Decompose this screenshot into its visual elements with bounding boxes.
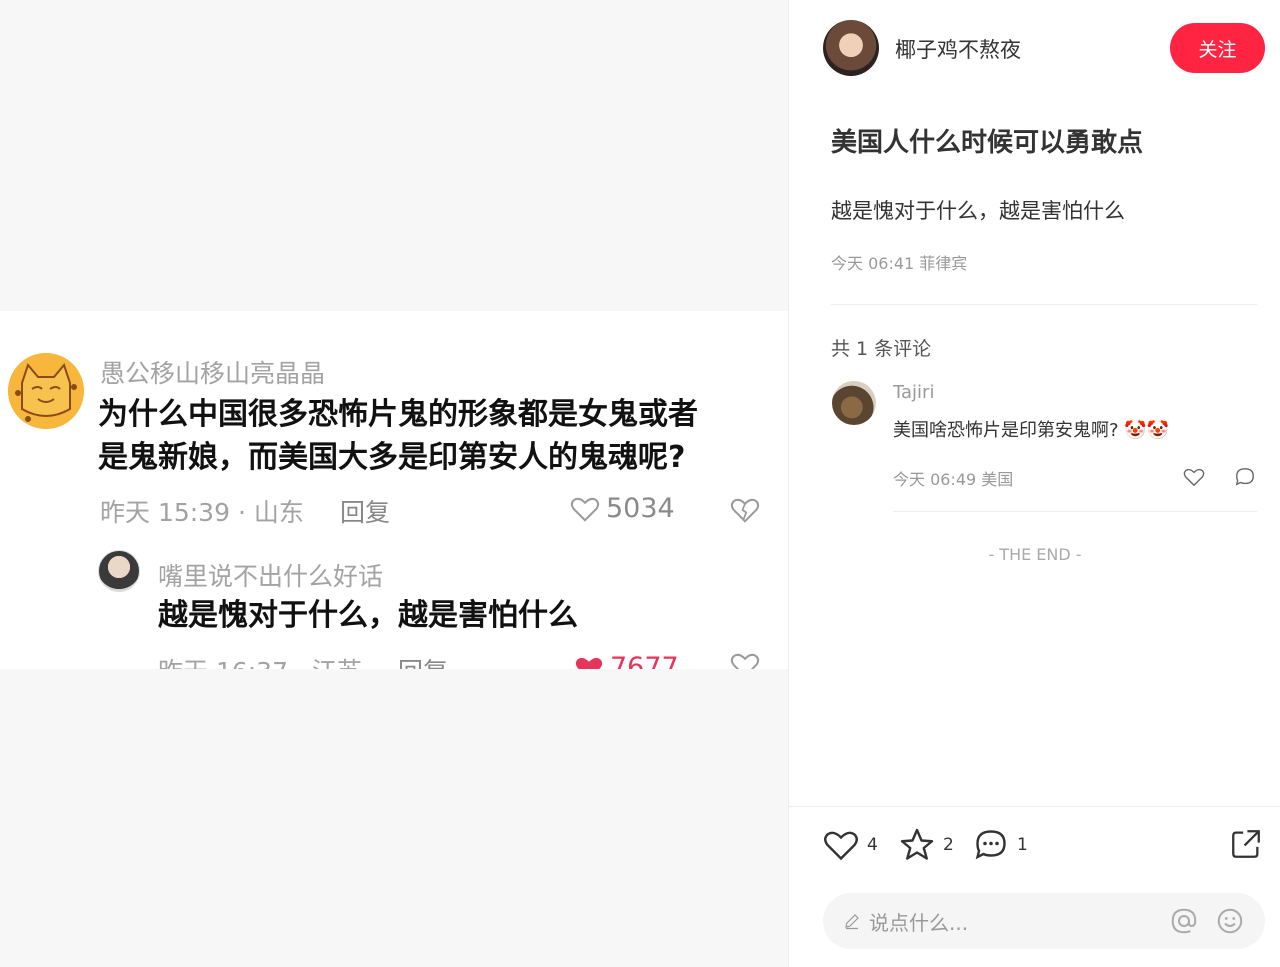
comment-count: 共 1 条评论	[831, 338, 932, 360]
comment-like-icon[interactable]	[1183, 466, 1205, 488]
comment2-like-count: 7677	[610, 652, 679, 669]
comment1-text-line1: 为什么中国很多恐怖片鬼的形象都是女鬼或者	[98, 397, 698, 432]
comment-action[interactable]: 1	[973, 827, 1028, 863]
broken-heart-icon	[730, 498, 760, 523]
author-avatar[interactable]	[823, 20, 879, 76]
collect-action[interactable]: 2	[899, 827, 954, 863]
comment2-username: 嘴里说不出什么好话	[158, 562, 384, 591]
post-meta: 今天 06:41 菲律宾	[831, 254, 968, 273]
collect-count: 2	[943, 835, 954, 855]
comment1-likes: 5034	[570, 493, 675, 524]
the-end-label: - THE END -	[988, 545, 1082, 564]
follow-button[interactable]: 关注	[1170, 23, 1265, 73]
comment-text: 美国啥恐怖片是印第安鬼啊? 🤡🤡	[893, 416, 1169, 442]
comment1-like-count: 5034	[606, 493, 675, 524]
heart-outline-icon	[570, 497, 600, 522]
comment2-meta: 昨天 16:37 · 江苏	[158, 652, 362, 669]
pencil-icon	[845, 914, 859, 930]
comment-divider	[893, 511, 1257, 512]
comment-meta: 今天 06:49 美国	[893, 470, 1014, 489]
comment-input[interactable]: 说点什么...	[823, 893, 1265, 949]
at-mention-icon[interactable]	[1169, 906, 1199, 936]
comment1-text-line2: 是鬼新娘，而美国大多是印第安人的鬼魂呢?	[98, 440, 686, 475]
post-description: 越是愧对于什么，越是害怕什么	[831, 199, 1125, 223]
comment-icon	[975, 830, 1006, 860]
comment-total: 1	[1017, 835, 1028, 855]
comment1-meta: 昨天 15:39 · 山东	[100, 498, 304, 527]
heart-filled-icon	[575, 657, 603, 669]
commenter-name[interactable]: Tajiri	[893, 382, 934, 403]
comment2-likes: 7677	[574, 652, 679, 669]
like-count: 4	[867, 835, 878, 855]
commenter-avatar[interactable]	[832, 381, 876, 425]
author-name[interactable]: 椰子鸡不熬夜	[895, 34, 1021, 64]
emoji-icon[interactable]	[1215, 906, 1245, 936]
star-icon	[900, 828, 934, 860]
broken-heart-icon	[730, 653, 760, 669]
cat-avatar	[8, 353, 84, 429]
comment-input-placeholder: 说点什么...	[869, 910, 969, 935]
post-image-panel[interactable]: 愚公移山移山亮晶晶 为什么中国很多恐怖片鬼的形象都是女鬼或者 是鬼新娘，而美国大…	[0, 0, 788, 967]
comment1-username: 愚公移山移山亮晶晶	[100, 359, 326, 388]
comment1-reply: 回复	[340, 498, 391, 527]
comment2-reply: 回复	[398, 652, 448, 669]
like-action[interactable]: 4	[823, 827, 878, 863]
comment2-avatar	[98, 550, 140, 592]
comment2-meta-row: 昨天 16:37 · 江苏 回复 7677	[0, 650, 788, 669]
clown-emoji-icon: 🤡🤡	[1124, 420, 1170, 441]
post-detail-sidebar: 椰子鸡不熬夜 关注 美国人什么时候可以勇敢点 越是愧对于什么，越是害怕什么 今天…	[788, 0, 1280, 967]
comment-text-body: 美国啥恐怖片是印第安鬼啊?	[893, 420, 1119, 441]
share-icon[interactable]	[1229, 827, 1263, 861]
comment2-text: 越是愧对于什么，越是害怕什么	[158, 598, 578, 633]
heart-icon	[824, 831, 858, 861]
bottom-action-bar: 4 2 1 说点什么...	[789, 806, 1280, 967]
post-title: 美国人什么时候可以勇敢点	[831, 128, 1144, 158]
comment-reply-icon[interactable]	[1234, 466, 1256, 488]
divider	[831, 304, 1257, 305]
